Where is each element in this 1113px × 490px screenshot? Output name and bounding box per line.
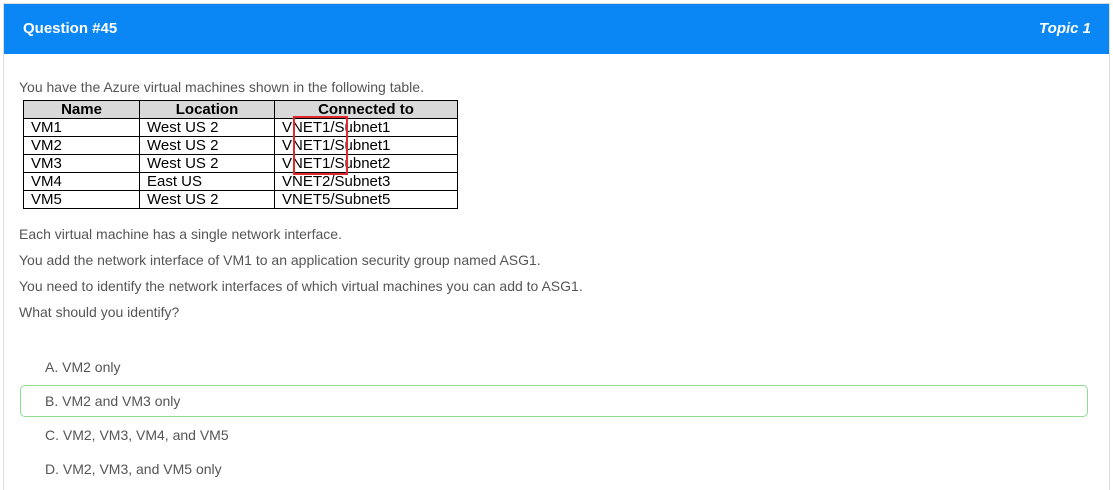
table-cell-name: VM5 [23, 190, 140, 209]
question-line-3: You need to identify the network interfa… [19, 278, 583, 294]
table-cell-name: VM1 [23, 118, 140, 137]
option-b[interactable]: B. VM2 and VM3 only [20, 385, 1088, 417]
table-cell-name: VM2 [23, 136, 140, 155]
vm-table: Name Location Connected to VM1 West US 2… [23, 100, 458, 209]
table-cell-location: West US 2 [139, 118, 275, 137]
question-line-1: Each virtual machine has a single networ… [19, 226, 342, 242]
table-cell-location: West US 2 [139, 190, 275, 209]
option-a[interactable]: A. VM2 only [20, 351, 1088, 383]
question-line-2: You add the network interface of VM1 to … [19, 252, 541, 268]
table-cell-name: VM4 [23, 172, 140, 191]
question-header: Question #45 Topic 1 [4, 4, 1109, 54]
table-cell-location: West US 2 [139, 154, 275, 173]
option-c[interactable]: C. VM2, VM3, VM4, and VM5 [20, 419, 1088, 451]
table-row: VM3 West US 2 VNET1/Subnet2 [23, 154, 458, 173]
table-row: VM5 West US 2 VNET5/Subnet5 [23, 190, 458, 209]
option-d[interactable]: D. VM2, VM3, and VM5 only [20, 453, 1088, 485]
table-cell-connected: VNET5/Subnet5 [274, 190, 458, 209]
table-cell-location: West US 2 [139, 136, 275, 155]
vnet1-highlight-box [293, 116, 348, 175]
table-cell-location: East US [139, 172, 275, 191]
table-row: VM4 East US VNET2/Subnet3 [23, 172, 458, 191]
question-line-4: What should you identify? [19, 304, 180, 320]
topic-label: Topic 1 [1039, 20, 1091, 37]
table-row: VM2 West US 2 VNET1/Subnet1 [23, 136, 458, 155]
table-cell-name: VM3 [23, 154, 140, 173]
question-number: Question #45 [23, 20, 118, 37]
table-cell-connected: VNET2/Subnet3 [274, 172, 458, 191]
table-row: VM1 West US 2 VNET1/Subnet1 [23, 118, 458, 137]
table-header-row: Name Location Connected to [23, 100, 458, 119]
question-intro: You have the Azure virtual machines show… [19, 79, 424, 95]
table-header-location: Location [139, 100, 275, 119]
table-header-name: Name [23, 100, 140, 119]
